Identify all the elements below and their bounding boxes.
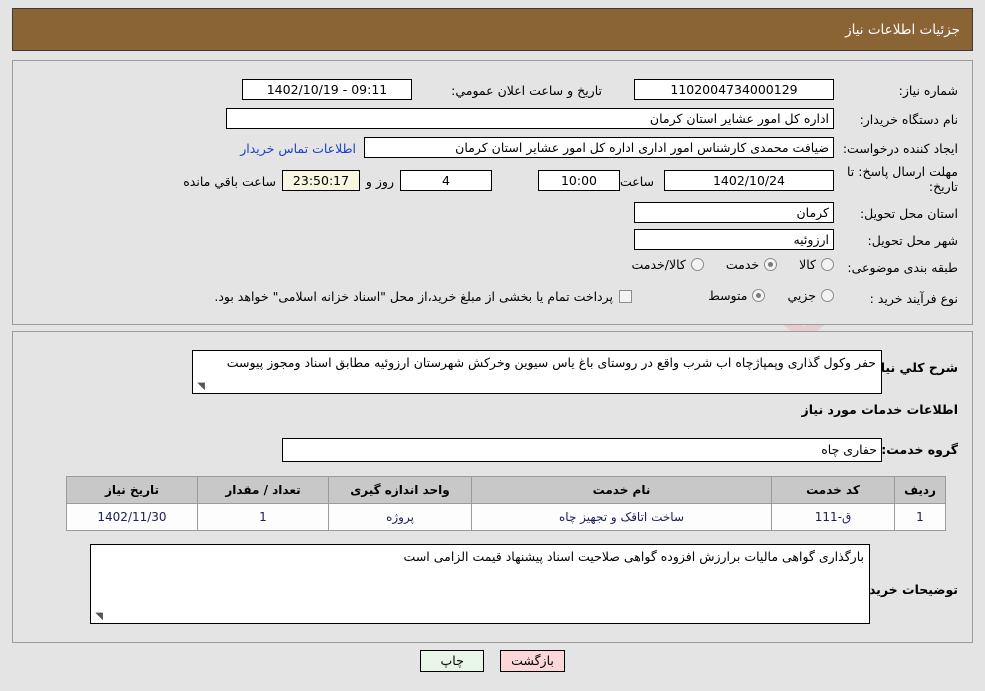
delivery-province-label: استان محل تحویل: [859,206,958,221]
table-header-row: ردیف کد خدمت نام خدمت واحد اندازه گیری ت… [66,476,946,504]
request-creator-label: ایجاد کننده درخواست: [842,141,958,156]
radio-icon[interactable] [821,289,834,302]
th-quantity: تعداد / مقدار [197,476,329,504]
need-items-table: ردیف کد خدمت نام خدمت واحد اندازه گیری ت… [66,476,946,531]
delivery-province-value: کرمان [634,202,834,223]
buyer-contact-link[interactable]: اطلاعات تماس خریدار [240,141,356,156]
purchase-process-radio-group: جزیي متوسط [686,288,834,303]
buyer-org-label: نام دستگاه خریدار: [859,112,958,127]
delivery-city-label: شهر محل تحویل: [867,233,958,248]
service-group-value: حفاری چاه [282,438,882,462]
need-number-value: 1102004734000129 [634,79,834,100]
cell-unit: پروژه [328,503,472,531]
radio-icon[interactable] [764,258,778,271]
announce-datetime-label: تاریخ و ساعت اعلان عمومي: [451,83,602,98]
cell-service-name: ساخت اتاقک و تجهیز چاه [471,503,772,531]
table-row: 1 ق-111 ساخت اتاقک و تجهیز چاه پروژه 1 1… [66,503,946,531]
cell-quantity: 1 [197,503,329,531]
purchase-process-label: نوع فرآیند خرید : [869,291,958,306]
radio-icon[interactable] [690,258,704,271]
treasury-note-row: پرداخت تمام یا بخشی از مبلغ خرید،از محل … [214,289,632,304]
category-option-khedmat[interactable]: خدمت [726,257,778,272]
th-row-no: ردیف [894,476,946,504]
th-service-name: نام خدمت [471,476,772,504]
remaining-days-unit-label: روز و [365,174,394,189]
page-title: جزئیات اطلاعات نیاز [845,21,960,38]
deadline-hour-value: 10:00 [538,170,620,191]
th-need-date: تاریخ نیاز [66,476,198,504]
delivery-city-value: ارزوئیه [634,229,834,250]
buyer-notes-text: بارگذاری گواهی مالیات برارزش افزوده گواه… [403,549,864,564]
remaining-time-unit-label: ساعت باقي مانده [183,174,276,189]
subject-category-label: طبقه بندی موضوعی: [847,260,958,275]
need-info-panel: شماره نیاز: 1102004734000129 تاریخ و ساع… [12,60,973,325]
need-number-label: شماره نیاز: [898,83,958,98]
service-group-label: گروه خدمت: [881,442,958,457]
cell-need-date: 1402/11/30 [66,503,198,531]
need-details-panel: شرح کلي نیاز: حفر وکول گذاری وپمپاژچاه ا… [12,331,973,643]
cell-service-code: ق-111 [771,503,895,531]
th-service-code: کد خدمت [771,476,895,504]
action-button-bar: بازگشت چاپ [0,650,985,672]
page-header: جزئیات اطلاعات نیاز [12,8,973,51]
treasury-checkbox[interactable] [619,290,632,303]
back-button[interactable]: بازگشت [500,650,565,672]
request-creator-value: ضیافت محمدی کارشناس امور اداری اداره کل … [364,137,834,158]
category-option-kala-khedmat[interactable]: کالا/خدمت [631,257,704,272]
deadline-hour-label: ساعت [619,174,654,189]
th-unit: واحد اندازه گیری [328,476,472,504]
deadline-date-value: 1402/10/24 [664,170,834,191]
buyer-org-value: اداره کل امور عشایر استان کرمان [226,108,834,129]
buyer-notes-value[interactable]: بارگذاری گواهی مالیات برارزش افزوده گواه… [90,544,870,624]
cell-row-no: 1 [894,503,946,531]
general-description-value[interactable]: حفر وکول گذاری وپمپاژچاه اب شرب واقع در … [192,350,882,394]
resize-grip-icon[interactable]: ◥ [93,612,103,622]
remaining-time-value: 23:50:17 [282,170,360,191]
treasury-note-text: پرداخت تمام یا بخشی از مبلغ خرید،از محل … [214,289,613,304]
announce-datetime-value: 09:11 - 1402/10/19 [242,79,412,100]
print-button[interactable]: چاپ [420,650,485,672]
radio-icon[interactable] [752,289,766,302]
resize-grip-icon[interactable]: ◥ [195,382,205,392]
subject-category-radio-group: کالا خدمت کالا/خدمت [609,257,834,272]
services-section-title: اطلاعات خدمات مورد نیاز [801,402,959,417]
deadline-label: مهلت ارسال پاسخ: تا تاریخ: [847,164,958,194]
process-option-jozei[interactable]: جزیي [787,288,834,303]
process-option-motavasset[interactable]: متوسط [708,288,766,303]
category-option-kala[interactable]: کالا [799,257,834,272]
radio-icon[interactable] [821,258,834,271]
remaining-days-value: 4 [400,170,492,191]
general-description-text: حفر وکول گذاری وپمپاژچاه اب شرب واقع در … [226,355,876,370]
